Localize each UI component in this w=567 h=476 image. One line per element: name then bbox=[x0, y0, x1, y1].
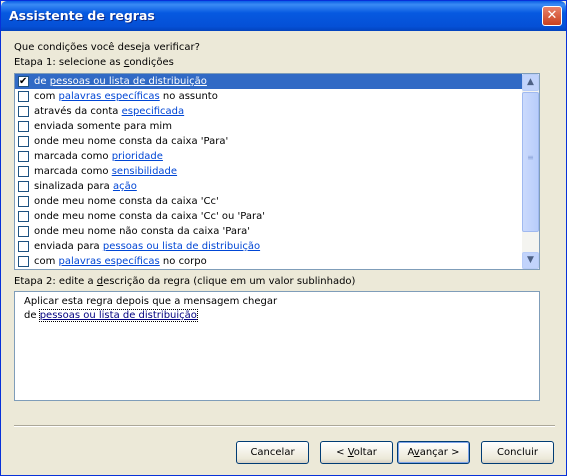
rule-description-box: Aplicar esta regra depois que a mensagem… bbox=[14, 291, 540, 401]
condition-text: com bbox=[34, 91, 59, 102]
condition-checkbox[interactable] bbox=[18, 106, 29, 117]
condition-checkbox[interactable] bbox=[18, 136, 29, 147]
finish-button[interactable]: Concluir bbox=[481, 441, 554, 464]
condition-value-link[interactable]: pessoas ou lista de distribuição bbox=[103, 241, 260, 252]
condition-checkbox[interactable] bbox=[18, 151, 29, 162]
condition-value-link[interactable]: ação bbox=[113, 181, 137, 192]
dialog-title: Assistente de regras bbox=[9, 8, 155, 23]
description-people-link[interactable]: pessoas ou lista de distribuição bbox=[38, 309, 198, 322]
condition-checkbox[interactable] bbox=[18, 181, 29, 192]
condition-value-link[interactable]: palavras específicas bbox=[59, 91, 160, 102]
condition-text: marcada como bbox=[34, 166, 112, 177]
condition-value-link[interactable]: pessoas ou lista de distribuição bbox=[50, 76, 207, 87]
close-icon[interactable]: ✕ bbox=[542, 6, 562, 26]
rules-wizard-dialog: Assistente de regras ✕ Que condições voc… bbox=[0, 0, 567, 476]
step1-label: Etapa 1: selecione as condições bbox=[14, 57, 174, 68]
condition-checkbox[interactable] bbox=[18, 74, 29, 89]
condition-item[interactable]: através da conta especificada bbox=[15, 104, 522, 119]
scroll-up-icon[interactable]: ▲ bbox=[522, 74, 539, 91]
conditions-rows: de pessoas ou lista de distribuiçãocom p… bbox=[15, 74, 522, 269]
condition-checkbox[interactable] bbox=[18, 256, 29, 267]
condition-item[interactable]: com palavras específicas no corpo bbox=[15, 254, 522, 269]
condition-item[interactable]: com palavras específicas no assunto bbox=[15, 89, 522, 104]
separator bbox=[14, 425, 555, 427]
description-line-2: de pessoas ou lista de distribuição bbox=[24, 309, 198, 322]
description-line-1: Aplicar esta regra depois que a mensagem… bbox=[24, 296, 278, 307]
condition-item[interactable]: onde meu nome consta da caixa 'Cc' ou 'P… bbox=[15, 209, 522, 224]
cancel-button[interactable]: Cancelar bbox=[236, 441, 309, 464]
condition-checkbox[interactable] bbox=[18, 121, 29, 132]
condition-text: através da conta bbox=[34, 106, 122, 117]
condition-checkbox[interactable] bbox=[18, 211, 29, 222]
condition-checkbox[interactable] bbox=[18, 166, 29, 177]
condition-checkbox[interactable] bbox=[18, 226, 29, 237]
condition-text: onde meu nome consta da caixa 'Cc' ou 'P… bbox=[34, 211, 265, 222]
condition-value-link[interactable]: sensibilidade bbox=[112, 166, 177, 177]
condition-item[interactable]: marcada como prioridade bbox=[15, 149, 522, 164]
condition-item[interactable]: enviada somente para mim bbox=[15, 119, 522, 134]
conditions-scrollbar[interactable]: ▲ ≡ ▼ bbox=[522, 74, 539, 269]
condition-text: no corpo bbox=[159, 256, 207, 267]
condition-checkbox[interactable] bbox=[18, 91, 29, 102]
condition-text: onde meu nome não consta da caixa 'Para' bbox=[34, 226, 250, 237]
condition-checkbox[interactable] bbox=[18, 196, 29, 207]
condition-text: com bbox=[34, 256, 59, 267]
condition-text: onde meu nome consta da caixa 'Para' bbox=[34, 136, 229, 147]
next-button[interactable]: Avançar > bbox=[397, 441, 470, 464]
condition-text: enviada para bbox=[34, 241, 103, 252]
conditions-prompt: Que condições você deseja verificar? bbox=[14, 42, 200, 53]
condition-item[interactable]: onde meu nome consta da caixa 'Para' bbox=[15, 134, 522, 149]
condition-value-link[interactable]: especificada bbox=[122, 106, 185, 117]
scroll-thumb[interactable]: ≡ bbox=[522, 92, 539, 232]
back-button[interactable]: < Voltar bbox=[320, 441, 393, 464]
condition-checkbox[interactable] bbox=[18, 241, 29, 252]
condition-text: enviada somente para mim bbox=[34, 121, 172, 132]
condition-item[interactable]: sinalizada para ação bbox=[15, 179, 522, 194]
step2-label: Etapa 2: edite a descrição da regra (cli… bbox=[14, 276, 356, 287]
title-bar[interactable]: Assistente de regras ✕ bbox=[1, 1, 566, 31]
condition-text: sinalizada para bbox=[34, 181, 113, 192]
condition-value-link[interactable]: palavras específicas bbox=[59, 256, 160, 267]
condition-value-link[interactable]: prioridade bbox=[112, 151, 163, 162]
condition-item[interactable]: onde meu nome consta da caixa 'Cc' bbox=[15, 194, 522, 209]
condition-text: marcada como bbox=[34, 151, 112, 162]
conditions-list[interactable]: de pessoas ou lista de distribuiçãocom p… bbox=[14, 73, 540, 270]
condition-text: de bbox=[34, 76, 50, 87]
condition-text: no assunto bbox=[159, 91, 218, 102]
condition-item[interactable]: marcada como sensibilidade bbox=[15, 164, 522, 179]
condition-item[interactable]: enviada para pessoas ou lista de distrib… bbox=[15, 239, 522, 254]
scroll-down-icon[interactable]: ▼ bbox=[522, 252, 539, 269]
condition-item[interactable]: de pessoas ou lista de distribuição bbox=[15, 74, 522, 89]
condition-text: onde meu nome consta da caixa 'Cc' bbox=[34, 196, 219, 207]
condition-item[interactable]: onde meu nome não consta da caixa 'Para' bbox=[15, 224, 522, 239]
